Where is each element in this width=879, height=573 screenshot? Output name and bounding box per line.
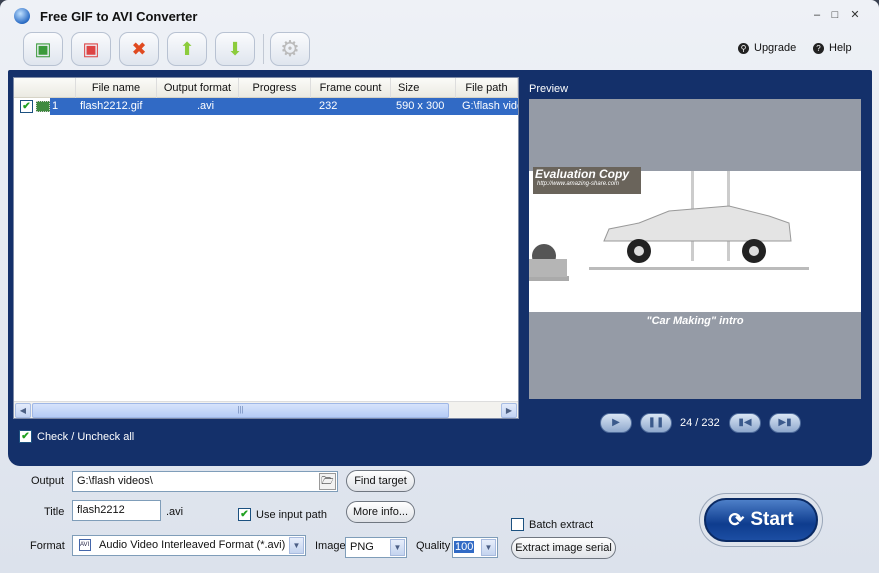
batch-extract-toggle[interactable]: Batch extract [511,518,593,531]
gear-icon: ⚙ [280,36,300,61]
film-icon [36,101,50,112]
table-row[interactable]: ✔ 1 flash2212.gif .avi 232 590 x 300 G:\… [14,98,518,115]
image-format-value: PNG [350,541,374,553]
move-down-button[interactable]: ⬇ [215,32,255,66]
check-all-label: Check / Uncheck all [37,430,135,443]
title-extension: .avi [166,506,184,518]
frame-counter: 24 / 232 [680,417,720,429]
list-header: File name Output format Progress Frame c… [14,78,518,98]
column-header-size[interactable]: Size [391,78,456,98]
preview-area: Evaluation Copy http://www.amazing-share… [529,99,861,399]
output-path-input[interactable]: G:\flash videos\ 🗁 [72,471,338,492]
add-file-button[interactable]: ▣ [23,32,63,66]
pause-icon: ❚❚ [647,417,665,428]
watermark-title: Evaluation Copy [535,167,630,181]
extract-image-serial-button[interactable]: Extract image serial [511,537,616,559]
preview-caption: "Car Making" intro [646,315,744,327]
row-frame-count: 232 [319,100,338,112]
quality-select[interactable]: 100 ▼ [452,537,498,558]
image-remove-icon: ▣ [82,38,100,59]
column-header-progress[interactable]: Progress [239,78,311,98]
batch-extract-label: Batch extract [529,518,594,531]
column-header-output-format[interactable]: Output format [157,78,239,98]
row-file-name: flash2212.gif [80,100,143,112]
start-button[interactable]: ⟳ Start [704,498,818,542]
clear-list-button[interactable]: ✖ [119,32,159,66]
quality-value: 100 [454,541,475,553]
batch-extract-checkbox[interactable] [511,518,524,531]
document-delete-icon: ✖ [131,38,147,59]
remove-file-button[interactable]: ▣ [71,32,111,66]
format-label: Format [30,540,65,552]
output-path-value: G:\flash videos\ [77,475,153,487]
pause-button[interactable]: ❚❚ [640,413,672,433]
use-input-path-checkbox[interactable]: ✔ [238,508,251,521]
upgrade-link[interactable]: ⚲ Upgrade [738,42,796,54]
last-frame-button[interactable]: ▶▮ [769,413,801,433]
chevron-down-icon[interactable]: ▼ [481,539,496,556]
arrow-down-icon: ⬇ [227,38,243,59]
scroll-left-button[interactable]: ◀ [15,403,31,418]
quality-label: Quality [416,540,451,552]
row-progress [239,98,311,115]
help-label: Help [829,42,852,54]
arrow-up-icon: ⬆ [179,38,195,59]
move-up-button[interactable]: ⬆ [167,32,207,66]
first-frame-button[interactable]: ▮◀ [729,413,761,433]
more-info-button[interactable]: More info... [346,501,415,523]
chevron-down-icon[interactable]: ▼ [390,539,405,556]
upgrade-label: Upgrade [754,42,797,54]
file-list: File name Output format Progress Frame c… [13,77,519,419]
row-output-format: .avi [197,100,215,112]
title-label: Title [44,506,65,518]
row-file-path: G:\flash videos\ [462,100,518,112]
play-button[interactable]: ▶ [600,413,632,433]
title-input[interactable]: flash2212 [72,500,161,521]
title-bar: Free GIF to AVI Converter – □ ✕ [0,0,879,30]
horizontal-scrollbar[interactable]: ◀ ||| ▶ [14,401,518,418]
preview-label: Preview [529,83,569,95]
column-header-index[interactable] [14,78,76,98]
column-header-frame-count[interactable]: Frame count [311,78,391,98]
avi-icon: AVI [79,539,91,552]
row-size: 590 x 300 [396,100,445,112]
folder-browse-icon[interactable]: 🗁 [319,473,336,490]
use-input-path-toggle[interactable]: ✔ Use input path [238,508,327,521]
start-label: Start [750,509,794,530]
find-target-button[interactable]: Find target [346,470,415,492]
image-add-icon: ▣ [34,38,52,59]
image-label: Image [315,540,346,552]
use-input-path-label: Use input path [256,508,327,521]
output-label: Output [31,475,65,487]
play-icon: ▶ [612,417,620,428]
skip-back-icon: ▮◀ [738,417,752,428]
column-header-file-path[interactable]: File path [456,78,518,98]
settings-button[interactable]: ⚙ [270,32,310,66]
help-link[interactable]: ? Help [813,42,852,54]
scroll-thumb[interactable]: ||| [32,403,449,418]
scroll-right-button[interactable]: ▶ [501,403,517,418]
image-format-select[interactable]: PNG ▼ [345,537,407,558]
watermark-url: http://www.amazing-share.com [537,181,620,187]
column-header-file-name[interactable]: File name [76,78,157,98]
row-index: 1 [52,100,59,112]
row-checkbox[interactable]: ✔ [20,100,33,113]
refresh-icon: ⟳ [728,509,745,531]
close-button[interactable]: ✕ [848,8,862,22]
key-icon: ⚲ [738,42,749,54]
check-all-toggle[interactable]: ✔ Check / Uncheck all [19,430,134,443]
check-all-checkbox[interactable]: ✔ [19,430,32,443]
maximize-button[interactable]: □ [828,8,842,22]
format-select[interactable]: AVI Audio Video Interleaved Format (*.avi… [72,535,306,556]
toolbar-divider [263,34,264,64]
format-value: Audio Video Interleaved Format (*.avi) [99,539,286,551]
app-window: Free GIF to AVI Converter – □ ✕ ▣ ▣ ✖ ⬆ … [0,0,879,573]
minimize-button[interactable]: – [810,8,824,22]
help-icon: ? [813,42,824,54]
app-logo-icon [14,8,30,24]
window-title: Free GIF to AVI Converter [40,9,198,24]
skip-forward-icon: ▶▮ [778,417,792,428]
watermark: Evaluation Copy http://www.amazing-share… [533,167,641,194]
chevron-down-icon[interactable]: ▼ [289,537,304,554]
